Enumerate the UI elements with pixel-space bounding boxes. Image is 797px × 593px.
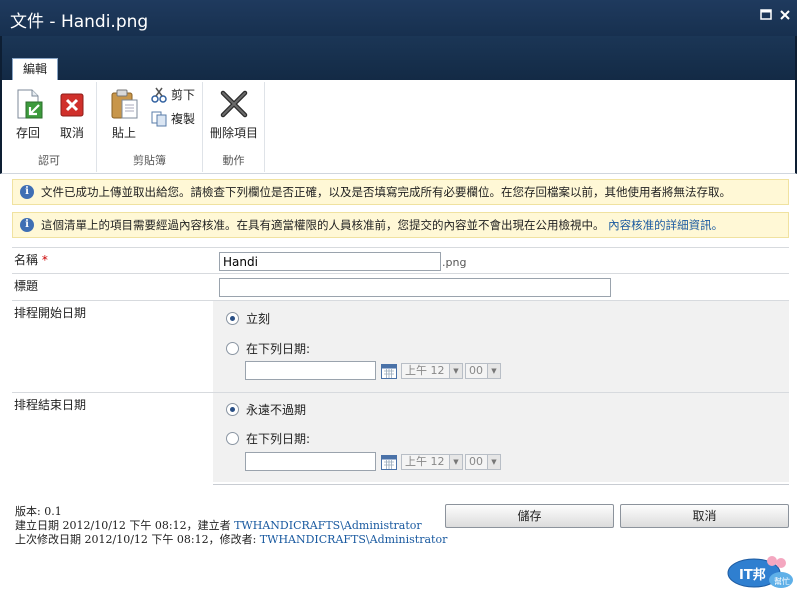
end-date-option-label: 在下列日期: xyxy=(246,432,311,446)
title-field-cell xyxy=(213,274,789,300)
checkin-button[interactable]: 存回 xyxy=(7,88,49,140)
radio-unselected-icon xyxy=(226,432,239,445)
chevron-down-icon: ▼ xyxy=(487,364,500,378)
cut-button[interactable]: 剪下 xyxy=(151,86,195,104)
start-now-label: 立刻 xyxy=(246,312,271,326)
save-button[interactable]: 儲存 xyxy=(445,504,614,528)
field-row-title: 標題 xyxy=(12,273,789,300)
cancel-button[interactable]: 取消 xyxy=(620,504,789,528)
end-never-label: 永遠不過期 xyxy=(246,403,307,417)
ribbon-group-label: 動作 xyxy=(222,154,245,167)
copy-label: 複製 xyxy=(171,112,196,126)
delete-item-button[interactable]: 刪除項目 xyxy=(209,88,259,140)
end-hour-value: 上午 12 xyxy=(405,455,445,468)
end-date-input[interactable] xyxy=(245,452,376,471)
start-minute-select[interactable]: 00 ▼ xyxy=(465,363,501,379)
start-date-radio[interactable]: 在下列日期: xyxy=(226,342,310,356)
start-date-option-label: 在下列日期: xyxy=(246,342,311,356)
delete-label: 刪除項目 xyxy=(209,126,258,140)
cancel-label: 取消 xyxy=(59,126,84,140)
checkin-icon xyxy=(12,88,44,120)
approval-info-link[interactable]: 內容核准的詳細資訊。 xyxy=(608,218,723,232)
name-field-cell: .png xyxy=(213,248,789,273)
checkin-label: 存回 xyxy=(15,126,40,140)
checkin-notice-text: 文件已成功上傳並取出給您。請檢查下列欄位是否正確，以及是否填寫完成所有必要欄位。… xyxy=(41,185,731,199)
ribbon-group-commit: 存回 取消 認可 xyxy=(2,82,97,172)
ithome-logo: IT邦 幫忙 xyxy=(726,553,794,589)
cut-label: 剪下 xyxy=(171,88,196,102)
start-minute-value: 00 xyxy=(469,364,483,377)
copy-icon xyxy=(151,111,167,127)
start-hour-select[interactable]: 上午 12 ▼ xyxy=(401,363,463,379)
end-date-radio[interactable]: 在下列日期: xyxy=(226,432,310,446)
cut-icon xyxy=(151,87,167,103)
field-row-start-date: 排程開始日期 立刻 在下列日期: 上午 12 ▼ 00 ▼ xyxy=(12,300,789,392)
checkin-notice: i 文件已成功上傳並取出給您。請檢查下列欄位是否正確，以及是否填寫完成所有必要欄… xyxy=(12,179,789,205)
calendar-icon[interactable] xyxy=(381,363,397,379)
modified-info: 上次修改日期 2012/10/12 下午 08:12，修改者: TWHANDIC… xyxy=(15,531,447,547)
logo-text: IT邦 xyxy=(739,567,766,583)
name-label: 名稱 * xyxy=(14,251,48,268)
ribbon-group-actions: 刪除項目 動作 xyxy=(203,82,265,172)
cancel-icon xyxy=(56,88,88,120)
dialog-titlebar: 文件 - Handi.png xyxy=(0,0,797,36)
radio-selected-icon xyxy=(226,403,239,416)
radio-selected-icon xyxy=(226,312,239,325)
paste-label: 貼上 xyxy=(111,126,136,140)
modified-by-link[interactable]: TWHANDICRAFTS\Administrator xyxy=(260,533,448,546)
close-icon[interactable] xyxy=(778,9,792,22)
title-label: 標題 xyxy=(14,279,39,293)
radio-unselected-icon xyxy=(226,342,239,355)
ribbon: 存回 取消 認可 貼上 剪下 複製 剪貼簿 刪除項目 動作 xyxy=(0,80,797,174)
field-row-end-date: 排程結束日期 永遠不過期 在下列日期: 上午 12 ▼ 00 ▼ xyxy=(12,392,789,482)
dialog-title: 文件 - Handi.png xyxy=(10,12,149,32)
delete-icon xyxy=(218,88,250,120)
title-input[interactable] xyxy=(219,278,611,297)
chevron-down-icon: ▼ xyxy=(449,455,462,469)
end-minute-select[interactable]: 00 ▼ xyxy=(465,454,501,470)
name-suffix: .png xyxy=(442,256,467,269)
name-input[interactable] xyxy=(219,252,441,271)
end-never-radio[interactable]: 永遠不過期 xyxy=(226,403,306,417)
modified-text: 上次修改日期 2012/10/12 下午 08:12，修改者: xyxy=(15,533,257,546)
name-label-text: 名稱 xyxy=(14,253,39,267)
chevron-down-icon: ▼ xyxy=(449,364,462,378)
info-icon: i xyxy=(20,185,34,199)
logo-sub-text: 幫忙 xyxy=(774,576,790,586)
start-date-input[interactable] xyxy=(245,361,376,380)
end-date-field-cell: 永遠不過期 在下列日期: 上午 12 ▼ 00 ▼ xyxy=(213,393,789,482)
start-now-radio[interactable]: 立刻 xyxy=(226,312,270,326)
end-date-label: 排程結束日期 xyxy=(14,398,87,412)
ribbon-tab-strip: 編輯 xyxy=(0,36,797,80)
copy-button[interactable]: 複製 xyxy=(151,110,195,128)
maximize-icon[interactable] xyxy=(759,9,773,22)
ribbon-group-label: 認可 xyxy=(38,154,60,167)
start-date-field-cell: 立刻 在下列日期: 上午 12 ▼ 00 ▼ xyxy=(213,301,789,392)
info-icon: i xyxy=(20,218,34,232)
approval-notice-text: 這個清單上的項目需要經過內容核准。在具有適當權限的人員核准前，您提交的內容並不會… xyxy=(41,218,605,232)
ribbon-group-clipboard: 貼上 剪下 複製 剪貼簿 xyxy=(97,82,203,172)
field-row-name: 名稱 * .png xyxy=(12,247,789,273)
start-date-label: 排程開始日期 xyxy=(14,306,87,320)
paste-icon xyxy=(108,88,140,120)
calendar-icon[interactable] xyxy=(381,454,397,470)
ribbon-group-label: 剪貼簿 xyxy=(133,154,166,167)
chevron-down-icon: ▼ xyxy=(487,455,500,469)
approval-notice: i 這個清單上的項目需要經過內容核准。在具有適當權限的人員核准前，您提交的內容並… xyxy=(12,212,789,238)
start-hour-value: 上午 12 xyxy=(405,364,445,377)
required-mark: * xyxy=(41,253,48,267)
end-minute-value: 00 xyxy=(469,455,483,468)
form-footer-divider xyxy=(213,484,789,485)
properties-form: 名稱 * .png 標題 排程開始日期 立刻 在下列日期: xyxy=(12,247,789,482)
tab-edit[interactable]: 編輯 xyxy=(12,58,58,80)
cancel-checkout-button[interactable]: 取消 xyxy=(51,88,93,140)
end-hour-select[interactable]: 上午 12 ▼ xyxy=(401,454,463,470)
paste-button[interactable]: 貼上 xyxy=(103,88,145,140)
